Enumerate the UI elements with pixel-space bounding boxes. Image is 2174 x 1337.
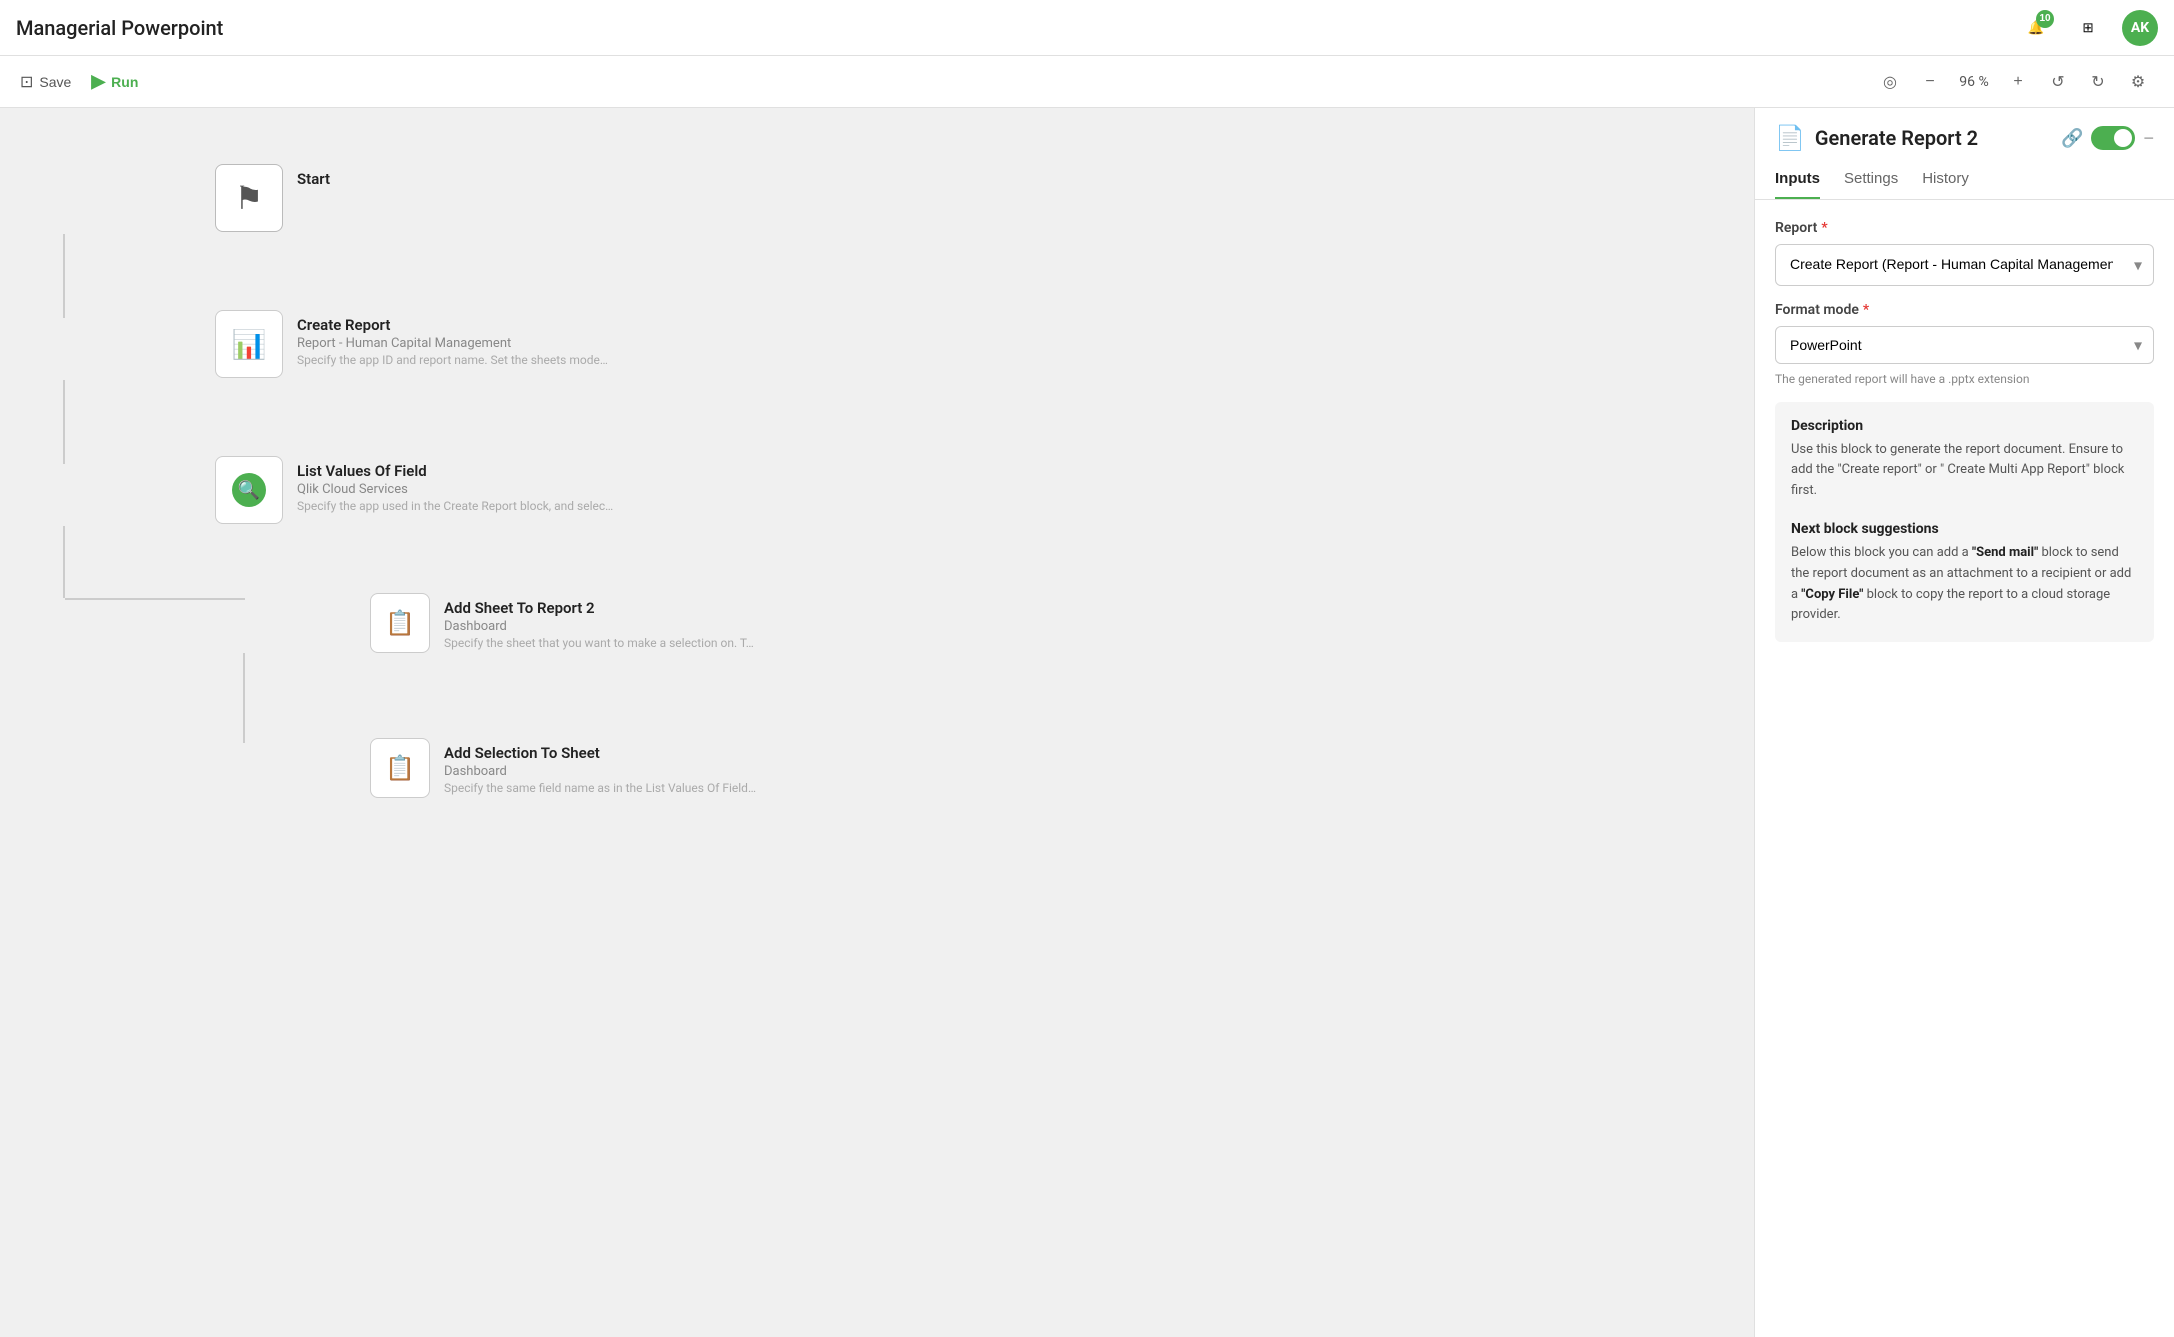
next-block-title: Next block suggestions xyxy=(1791,521,2138,537)
create-report-desc: Specify the app ID and report name. Set … xyxy=(297,353,608,367)
start-node-info: Start xyxy=(297,164,330,188)
top-bar-right: 🔔 10 ⊞ AK xyxy=(2018,10,2158,46)
panel-tabs: Inputs Settings History xyxy=(1755,160,2174,200)
add-selection-node[interactable]: 📋 Add Selection To Sheet Dashboard Speci… xyxy=(370,738,756,798)
add-sheet-subtitle: Dashboard xyxy=(444,619,754,634)
list-values-subtitle: Qlik Cloud Services xyxy=(297,482,613,497)
report-select[interactable]: Create Report (Report - Human Capital Ma… xyxy=(1775,244,2154,286)
tab-settings[interactable]: Settings xyxy=(1844,160,1898,199)
panel-title: Generate Report 2 xyxy=(1815,126,1978,150)
flow-container: ⚑ Start 📊 Create Report Report - Human C… xyxy=(30,138,1724,938)
toggle-switch[interactable] xyxy=(2091,126,2135,150)
selection-icon: 📋 xyxy=(385,754,415,782)
main-content: ⚑ Start 📊 Create Report Report - Human C… xyxy=(0,108,2174,1337)
add-selection-info: Add Selection To Sheet Dashboard Specify… xyxy=(444,738,756,795)
top-bar: Managerial Powerpoint 🔔 10 ⊞ AK xyxy=(0,0,2174,56)
plus-icon: + xyxy=(2013,73,2022,91)
link-icon: 🔗 xyxy=(2061,128,2083,149)
description-text: Use this block to generate the report do… xyxy=(1791,440,2138,502)
format-required-star: * xyxy=(1863,302,1869,318)
create-report-node[interactable]: 📊 Create Report Report - Human Capital M… xyxy=(215,310,608,378)
add-sheet-desc: Specify the sheet that you want to make … xyxy=(444,636,754,650)
undo-button[interactable]: ↺ xyxy=(2042,66,2074,98)
list-values-info: List Values Of Field Qlik Cloud Services… xyxy=(297,456,613,513)
app-title: Managerial Powerpoint xyxy=(16,16,223,40)
start-node[interactable]: ⚑ Start xyxy=(215,164,330,232)
undo-icon: ↺ xyxy=(2051,72,2064,92)
description-title: Description xyxy=(1791,418,2138,434)
connector-1 xyxy=(63,234,65,318)
list-values-desc: Specify the app used in the Create Repor… xyxy=(297,499,613,513)
connector-3 xyxy=(63,526,65,598)
format-mode-select[interactable]: PowerPoint PDF Excel xyxy=(1775,326,2154,364)
format-mode-wrapper: PowerPoint PDF Excel ▾ xyxy=(1775,326,2154,364)
toolbar: ⊡ Save ▶ Run ◎ − 96 % + ↺ ↻ ⚙ xyxy=(0,56,2174,108)
add-selection-title: Add Selection To Sheet xyxy=(444,744,756,762)
sheet-icon: 📋 xyxy=(385,609,415,637)
format-mode-label: Format mode * xyxy=(1775,302,2154,318)
run-button[interactable]: ▶ Run xyxy=(91,71,138,92)
toolbar-left: ⊡ Save ▶ Run xyxy=(20,71,138,92)
apps-grid-button[interactable]: ⊞ xyxy=(2070,10,2106,46)
connector-4 xyxy=(243,653,245,743)
run-icon: ▶ xyxy=(91,71,105,92)
redo-icon: ↻ xyxy=(2091,72,2104,92)
notification-badge: 10 xyxy=(2036,10,2054,28)
start-node-title: Start xyxy=(297,170,330,188)
zoom-level: 96 % xyxy=(1954,74,1994,90)
next-block-text: Below this block you can add a "Send mai… xyxy=(1791,543,2138,626)
report-select-wrapper: Create Report (Report - Human Capital Ma… xyxy=(1775,244,2154,286)
canvas-area[interactable]: ⚑ Start 📊 Create Report Report - Human C… xyxy=(0,108,1754,1337)
add-selection-box: 📋 xyxy=(370,738,430,798)
panel-title-row: 📄 Generate Report 2 xyxy=(1775,124,1978,152)
flag-icon: ⚑ xyxy=(235,179,264,217)
format-mode-hint: The generated report will have a .pptx e… xyxy=(1775,372,2154,386)
panel-content: Report * Create Report (Report - Human C… xyxy=(1755,200,2174,1337)
add-sheet-info: Add Sheet To Report 2 Dashboard Specify … xyxy=(444,593,754,650)
add-selection-desc: Specify the same field name as in the Li… xyxy=(444,781,756,795)
create-report-title: Create Report xyxy=(297,316,608,334)
add-selection-subtitle: Dashboard xyxy=(444,764,756,779)
gear-icon: ⚙ xyxy=(2131,72,2145,92)
description-box: Description Use this block to generate t… xyxy=(1775,402,2154,643)
create-report-info: Create Report Report - Human Capital Man… xyxy=(297,310,608,367)
minus-icon: − xyxy=(1925,73,1934,91)
report-field-label: Report * xyxy=(1775,220,2154,236)
report-icon: 📊 xyxy=(232,328,267,361)
minus-icon: − xyxy=(2143,128,2154,148)
list-values-title: List Values Of Field xyxy=(297,462,613,480)
zoom-in-button[interactable]: + xyxy=(2002,66,2034,98)
panel-icon: 📄 xyxy=(1775,124,1805,152)
connector-2 xyxy=(63,380,65,464)
create-report-subtitle: Report - Human Capital Management xyxy=(297,336,608,351)
settings-button[interactable]: ⚙ xyxy=(2122,66,2154,98)
search-circle-icon: 🔍 xyxy=(232,473,266,507)
notification-button[interactable]: 🔔 10 xyxy=(2018,10,2054,46)
save-icon: ⊡ xyxy=(20,72,33,92)
report-required-star: * xyxy=(1821,220,1827,236)
create-report-box: 📊 xyxy=(215,310,283,378)
save-button[interactable]: ⊡ Save xyxy=(20,72,71,92)
tab-inputs[interactable]: Inputs xyxy=(1775,160,1820,199)
crosshair-icon: ◎ xyxy=(1883,72,1897,92)
tab-history[interactable]: History xyxy=(1922,160,1969,199)
grid-icon: ⊞ xyxy=(2082,20,2093,36)
location-button[interactable]: ◎ xyxy=(1874,66,1906,98)
toolbar-right: ◎ − 96 % + ↺ ↻ ⚙ xyxy=(1874,66,2154,98)
branch-connector-h xyxy=(65,598,245,600)
list-values-node[interactable]: 🔍 List Values Of Field Qlik Cloud Servic… xyxy=(215,456,613,524)
avatar[interactable]: AK xyxy=(2122,10,2158,46)
list-values-box: 🔍 xyxy=(215,456,283,524)
add-sheet-node[interactable]: 📋 Add Sheet To Report 2 Dashboard Specif… xyxy=(370,593,754,653)
redo-button[interactable]: ↻ xyxy=(2082,66,2114,98)
panel-close-button[interactable]: − xyxy=(2143,128,2154,149)
right-panel: 📄 Generate Report 2 🔗 − Inputs Settings … xyxy=(1754,108,2174,1337)
zoom-out-button[interactable]: − xyxy=(1914,66,1946,98)
add-sheet-box: 📋 xyxy=(370,593,430,653)
start-node-box: ⚑ xyxy=(215,164,283,232)
panel-header: 📄 Generate Report 2 🔗 − xyxy=(1755,108,2174,160)
add-sheet-title: Add Sheet To Report 2 xyxy=(444,599,754,617)
